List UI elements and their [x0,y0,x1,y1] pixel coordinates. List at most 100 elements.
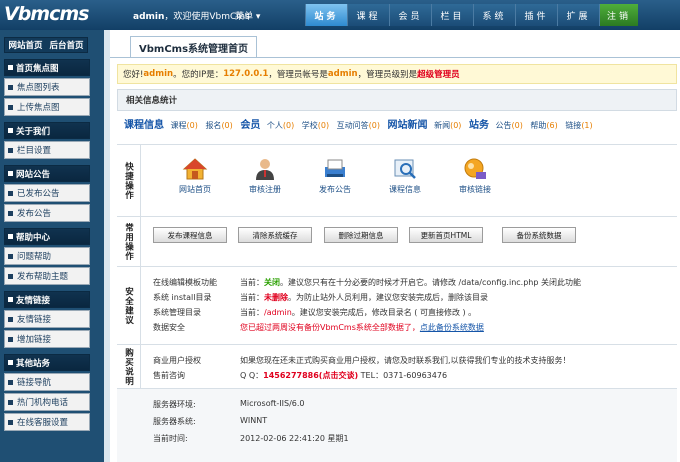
welcome-text: admin，欢迎使用VbmCms [133,9,250,22]
clear-cache-button[interactable]: 清除系统缓存 [238,227,312,243]
quick-course-info[interactable]: 课程信息 [375,157,435,195]
sidebar-item-focus-list[interactable]: 焦点图列表 [4,78,90,96]
quick-review-register[interactable]: 审核注册 [235,157,295,195]
nav-tab-zhanwu[interactable]: 站务 [305,4,347,26]
stats-item[interactable]: 链接(1) [565,121,592,130]
server-key: 服务器系统: [153,417,196,426]
nav-tab-extend[interactable]: 扩展 [557,4,599,26]
stats-item-label: 课程 [170,121,187,130]
stats-category[interactable]: 网站新闻 [388,120,428,131]
greeting-level: 超级管理员 [417,70,460,80]
security-note: 。建议您只有在十分必要的时候才开启它。请修改 /data/config.inc.… [280,278,581,287]
bullet-icon [8,419,13,425]
security-section: 安全建议 在线编辑模板功能 当前：关闭。建议您只有在十分必要的时候才开启它。请修… [117,266,677,344]
nav-tab-system[interactable]: 系统 [473,4,515,26]
group-title-text: 友情链接 [16,295,51,306]
stats-item[interactable]: 报名(0) [205,121,232,130]
sidebar-item-label: 问题帮助 [17,252,52,262]
purchase-value: Q Q：1456277886(点击交谈) TEL：0371-60963476 [240,370,447,381]
publish-course-button[interactable]: 发布课程信息 [153,227,227,243]
stats-category[interactable]: 会员 [240,120,260,131]
square-bullet-icon [8,171,13,176]
sidebar-item-friend-links[interactable]: 友情链接 [4,310,90,328]
backup-data-button[interactable]: 备份系统数据 [502,227,576,243]
admin-home-link[interactable]: 后台首页 [49,39,83,51]
purchase-key: 售前咨询 [153,371,185,380]
sidebar-item-label: 在线客服设置 [17,418,69,428]
stats-item-count: (0) [450,121,462,130]
sidebar-item-help-questions[interactable]: 问题帮助 [4,247,90,265]
security-value: 您已超过两周没有备份VbmCms系统全部数据了，点此备份系统数据 [240,322,484,333]
course-search-icon [394,159,416,179]
sidebar-group-help: 帮助中心 问题帮助 发布帮助主题 [4,228,90,285]
nav-tab-column[interactable]: 栏目 [431,4,473,26]
nav-tab-member[interactable]: 会员 [389,4,431,26]
bullet-icon [8,399,13,405]
bullet-icon [8,104,13,110]
sidebar-item-publish-help[interactable]: 发布帮助主题 [4,267,90,285]
backup-data-link[interactable]: 点此备份系统数据 [420,323,484,332]
delete-expired-button[interactable]: 删除过期信息 [324,227,398,243]
page-title-tab[interactable]: VbmCms系统管理首页 [130,36,258,58]
logout-button[interactable]: 注销 [599,4,638,26]
stats-item[interactable]: 学校(0) [302,121,329,130]
sidebar-item-link-nav[interactable]: 链接导航 [4,373,90,391]
sidebar-item-column-settings[interactable]: 栏目设置 [4,141,90,159]
section-label: 购买说明 [117,345,141,388]
stats-category[interactable]: 课程信息 [124,120,164,131]
group-title-text: 帮助中心 [16,232,51,243]
sidebar-group-title[interactable]: 关于我们 [4,122,90,139]
bullet-icon [8,273,13,279]
quick-site-home[interactable]: 网站首页 [165,157,225,195]
sidebar-item-label: 已发布公告 [17,189,60,199]
stats-item[interactable]: 新闻(0) [434,121,461,130]
stats-item[interactable]: 公告(0) [496,121,523,130]
nav-tab-course[interactable]: 课程 [347,4,389,26]
qq-chat-link[interactable]: 1456277886(点击交谈) [263,371,358,380]
sidebar-item-add-link[interactable]: 增加链接 [4,330,90,348]
stats-item[interactable]: 帮助(6) [530,121,557,130]
sidebar-item-label: 焦点图列表 [17,83,60,93]
stats-category[interactable]: 站务 [469,120,489,131]
sidebar-group-title[interactable]: 友情链接 [4,291,90,308]
bullet-icon [8,336,13,342]
sidebar-item-label: 栏目设置 [17,146,52,156]
sidebar-group-about: 关于我们 栏目设置 [4,122,90,159]
quick-publish-notice[interactable]: 发布公告 [305,157,365,195]
server-key: 服务器环境: [153,400,196,409]
main-nav: 站务 课程 会员 栏目 系统 插件 扩展 注销 [305,4,638,26]
sidebar-group-title[interactable]: 首页焦点图 [4,59,90,76]
greeting-text: 您好! [123,70,144,80]
qq-prefix: Q Q： [240,371,264,380]
security-key: 数据安全 [153,323,185,332]
site-home-link[interactable]: 网站首页 [8,39,42,51]
update-homepage-html-button[interactable]: 更新首页HTML [409,227,483,243]
caret-down-icon: ▾ [255,12,261,22]
security-prefix: 当前： [240,278,264,287]
sidebar-item-published-notices[interactable]: 已发布公告 [4,184,90,202]
sidebar-item-upload-focus[interactable]: 上传焦点图 [4,98,90,116]
security-status: 您已超过两周没有备份VbmCms系统全部数据了， [240,323,420,332]
stats-item-count: (0) [221,121,233,130]
sidebar-group-title[interactable]: 帮助中心 [4,228,90,245]
sidebar-group-title[interactable]: 网站公告 [4,165,90,182]
sidebar-item-label: 发布公告 [17,209,52,219]
purchase-row: 售前咨询 Q Q：1456277886(点击交谈) TEL：0371-60963… [153,370,447,381]
group-title-text: 关于我们 [16,126,51,137]
sidebar-item-online-service[interactable]: 在线客服设置 [4,413,90,431]
sidebar-item-publish-notice[interactable]: 发布公告 [4,204,90,222]
stats-item[interactable]: 互动问答(0) [337,121,380,130]
security-key: 系统 install目录 [153,293,212,302]
sidebar-item-hot-phones[interactable]: 热门机构电话 [4,393,90,411]
stats-item[interactable]: 个人(0) [267,121,294,130]
security-status: 关闭 [264,278,280,287]
sidebar: 网站首页 后台首页 首页焦点图 焦点图列表 上传焦点图 关于我们 栏目设置 网站… [0,30,104,462]
nav-tab-plugin[interactable]: 插件 [515,4,557,26]
square-bullet-icon [8,360,13,365]
quick-review-links[interactable]: 审核链接 [445,157,505,195]
sidebar-group-title[interactable]: 其他站务 [4,354,90,371]
stats-row: 课程信息 课程(0) 报名(0) 会员 个人(0) 学校(0) 互动问答(0) … [124,116,598,131]
menu-dropdown[interactable]: 菜单 ▾ [235,9,260,22]
server-value: Microsoft-IIS/6.0 [240,399,305,408]
stats-item[interactable]: 课程(0) [171,121,198,130]
